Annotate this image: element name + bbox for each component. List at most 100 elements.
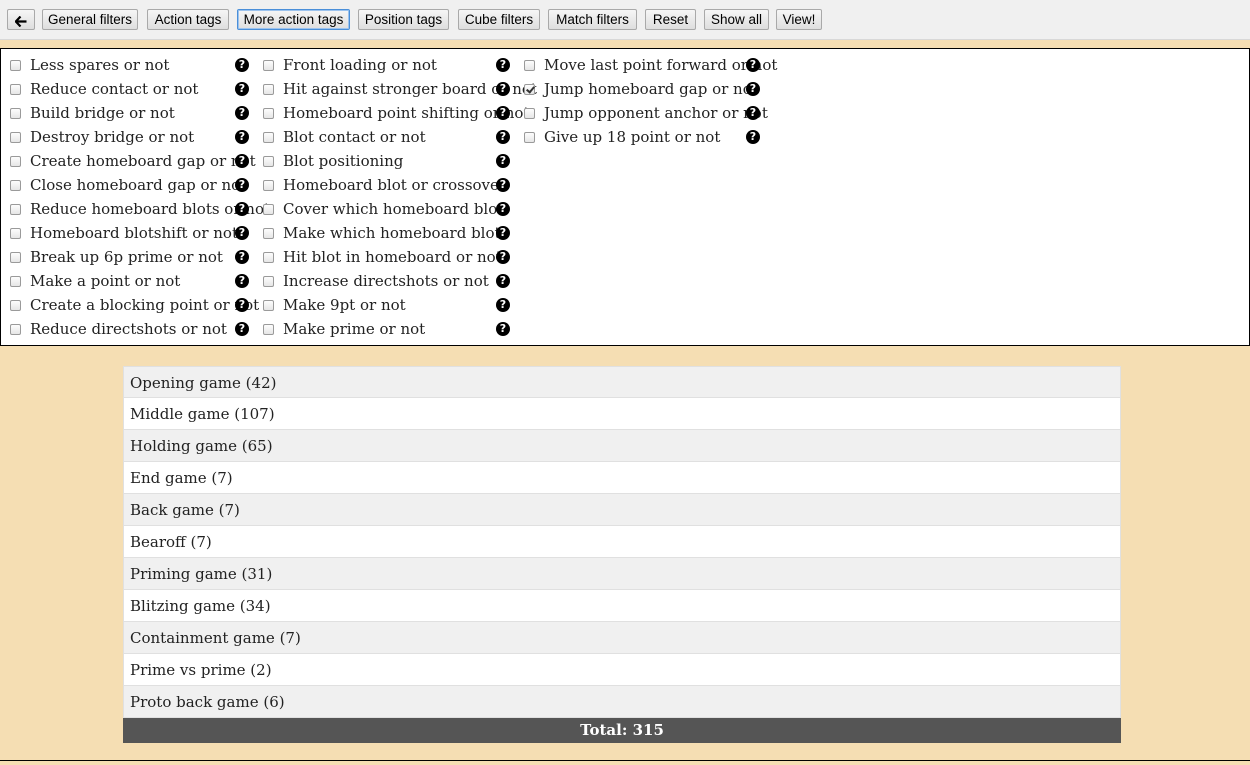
reset-button[interactable]: Reset <box>645 9 696 30</box>
checkbox[interactable] <box>10 276 21 287</box>
checkbox[interactable] <box>263 108 274 119</box>
tag-row-make-9pt-or-not[interactable]: Make 9pt or not? <box>263 295 513 319</box>
checkbox[interactable] <box>10 204 21 215</box>
match-filters-button[interactable]: Match filters <box>548 9 637 30</box>
help-icon[interactable]: ? <box>235 226 249 240</box>
checkbox[interactable] <box>10 300 21 311</box>
category-item-proto-back-game[interactable]: Proto back game (6) <box>123 686 1121 718</box>
help-icon[interactable]: ? <box>496 58 510 72</box>
help-icon[interactable]: ? <box>235 58 249 72</box>
checkbox[interactable] <box>10 324 21 335</box>
checkbox[interactable] <box>263 132 274 143</box>
help-icon[interactable]: ? <box>496 178 510 192</box>
category-item-bearoff[interactable]: Bearoff (7) <box>123 526 1121 558</box>
tag-row-close-homeboard-gap-or-not[interactable]: Close homeboard gap or not? <box>10 175 250 199</box>
category-item-containment-game[interactable]: Containment game (7) <box>123 622 1121 654</box>
help-icon[interactable]: ? <box>496 106 510 120</box>
help-icon[interactable]: ? <box>235 202 249 216</box>
tag-row-cover-which-homeboard-blot[interactable]: Cover which homeboard blot? <box>263 199 513 223</box>
category-item-middle-game[interactable]: Middle game (107) <box>123 398 1121 430</box>
help-icon[interactable]: ? <box>235 82 249 96</box>
tag-row-create-homeboard-gap-or-not[interactable]: Create homeboard gap or not? <box>10 151 256 175</box>
tag-row-jump-opponent-anchor-or-not[interactable]: Jump opponent anchor or not? <box>524 103 768 127</box>
position-tags-button[interactable]: Position tags <box>358 9 449 30</box>
checkbox[interactable] <box>10 180 21 191</box>
help-icon[interactable]: ? <box>496 226 510 240</box>
view-button[interactable]: View! <box>776 9 822 30</box>
tag-row-less-spares-or-not[interactable]: Less spares or not? <box>10 55 250 79</box>
tag-row-reduce-homeboard-blots-or-not[interactable]: Reduce homeboard blots or not? <box>10 199 270 223</box>
checkbox[interactable] <box>263 84 274 95</box>
category-item-priming-game[interactable]: Priming game (31) <box>123 558 1121 590</box>
checkbox[interactable] <box>10 84 21 95</box>
checkbox[interactable] <box>10 156 21 167</box>
tag-row-increase-directshots-or-not[interactable]: Increase directshots or not? <box>263 271 513 295</box>
tag-row-break-up-6p-prime-or-not[interactable]: Break up 6p prime or not? <box>10 247 250 271</box>
tag-row-make-prime-or-not[interactable]: Make prime or not? <box>263 319 513 343</box>
checkbox[interactable] <box>10 132 21 143</box>
category-item-prime-vs-prime[interactable]: Prime vs prime (2) <box>123 654 1121 686</box>
tag-row-hit-against-stronger-board-or-not[interactable]: Hit against stronger board or not? <box>263 79 537 103</box>
tag-row-reduce-contact-or-not[interactable]: Reduce contact or not? <box>10 79 250 103</box>
checkbox[interactable] <box>263 180 274 191</box>
tag-row-blot-positioning[interactable]: Blot positioning? <box>263 151 513 175</box>
tag-row-build-bridge-or-not[interactable]: Build bridge or not? <box>10 103 250 127</box>
tag-row-homeboard-point-shifting-or-not[interactable]: Homeboard point shifting or not? <box>263 103 529 127</box>
help-icon[interactable]: ? <box>235 322 249 336</box>
help-icon[interactable]: ? <box>496 82 510 96</box>
help-icon[interactable]: ? <box>235 106 249 120</box>
category-item-blitzing-game[interactable]: Blitzing game (34) <box>123 590 1121 622</box>
checkbox[interactable] <box>10 60 21 71</box>
help-icon[interactable]: ? <box>746 82 760 96</box>
action-tags-button[interactable]: Action tags <box>147 9 229 30</box>
tag-row-move-last-point-forward-or-not[interactable]: Move last point forward or not? <box>524 55 777 79</box>
more-action-tags-button[interactable]: More action tags <box>237 9 350 30</box>
help-icon[interactable]: ? <box>235 154 249 168</box>
tag-row-create-a-blocking-point-or-not[interactable]: Create a blocking point or not? <box>10 295 259 319</box>
tag-row-front-loading-or-not[interactable]: Front loading or not? <box>263 55 513 79</box>
help-icon[interactable]: ? <box>496 322 510 336</box>
help-icon[interactable]: ? <box>496 154 510 168</box>
help-icon[interactable]: ? <box>235 250 249 264</box>
back-button[interactable] <box>7 9 35 30</box>
help-icon[interactable]: ? <box>496 202 510 216</box>
checkbox[interactable] <box>263 252 274 263</box>
checkbox[interactable] <box>10 228 21 239</box>
checkbox[interactable] <box>263 324 274 335</box>
help-icon[interactable]: ? <box>235 130 249 144</box>
show-all-button[interactable]: Show all <box>704 9 769 30</box>
checkbox[interactable] <box>263 300 274 311</box>
tag-row-hit-blot-in-homeboard-or-not[interactable]: Hit blot in homeboard or not? <box>263 247 513 271</box>
tag-row-blot-contact-or-not[interactable]: Blot contact or not? <box>263 127 513 151</box>
tag-row-homeboard-blot-or-crossover[interactable]: Homeboard blot or crossover? <box>263 175 513 199</box>
help-icon[interactable]: ? <box>496 274 510 288</box>
help-icon[interactable]: ? <box>746 58 760 72</box>
help-icon[interactable]: ? <box>746 106 760 120</box>
help-icon[interactable]: ? <box>235 178 249 192</box>
help-icon[interactable]: ? <box>496 250 510 264</box>
general-filters-button[interactable]: General filters <box>42 9 138 30</box>
checkbox[interactable] <box>524 60 535 71</box>
checkbox[interactable] <box>10 252 21 263</box>
checkbox[interactable] <box>263 276 274 287</box>
tag-row-give-up-18-point-or-not[interactable]: Give up 18 point or not? <box>524 127 764 151</box>
checkbox[interactable] <box>263 204 274 215</box>
help-icon[interactable]: ? <box>496 298 510 312</box>
help-icon[interactable]: ? <box>496 130 510 144</box>
checkbox[interactable] <box>10 108 21 119</box>
checkbox[interactable] <box>263 60 274 71</box>
category-item-opening-game[interactable]: Opening game (42) <box>123 366 1121 398</box>
tag-row-make-a-point-or-not[interactable]: Make a point or not? <box>10 271 250 295</box>
checkbox[interactable] <box>524 84 535 95</box>
help-icon[interactable]: ? <box>235 274 249 288</box>
tag-row-jump-homeboard-gap-or-not[interactable]: Jump homeboard gap or not? <box>524 79 764 103</box>
tag-row-reduce-directshots-or-not[interactable]: Reduce directshots or not? <box>10 319 250 343</box>
checkbox[interactable] <box>524 132 535 143</box>
help-icon[interactable]: ? <box>746 130 760 144</box>
cube-filters-button[interactable]: Cube filters <box>458 9 540 30</box>
category-item-back-game[interactable]: Back game (7) <box>123 494 1121 526</box>
category-item-end-game[interactable]: End game (7) <box>123 462 1121 494</box>
tag-row-homeboard-blotshift-or-not[interactable]: Homeboard blotshift or not? <box>10 223 250 247</box>
checkbox[interactable] <box>263 156 274 167</box>
checkbox[interactable] <box>524 108 535 119</box>
